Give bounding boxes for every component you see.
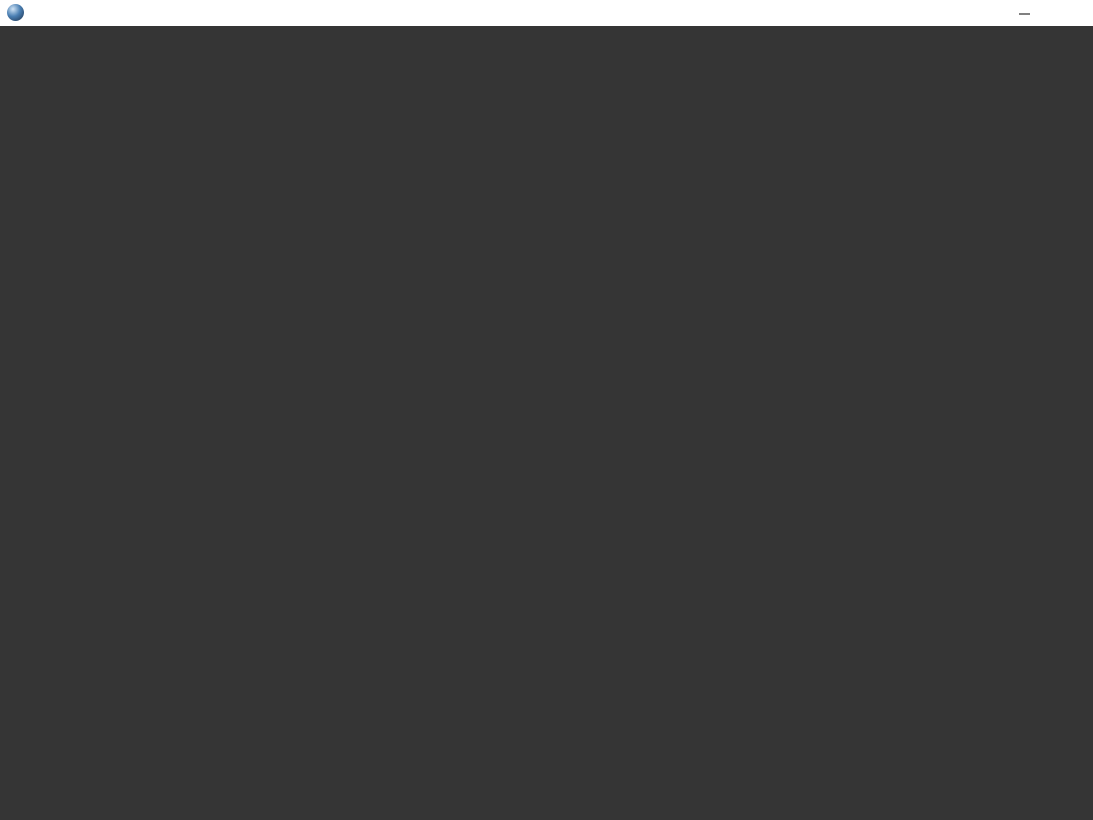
openshot-logo-icon xyxy=(7,4,24,21)
minimize-button[interactable] xyxy=(1001,0,1047,26)
window-titlebar xyxy=(0,0,1093,26)
minimize-icon xyxy=(1018,13,1030,14)
